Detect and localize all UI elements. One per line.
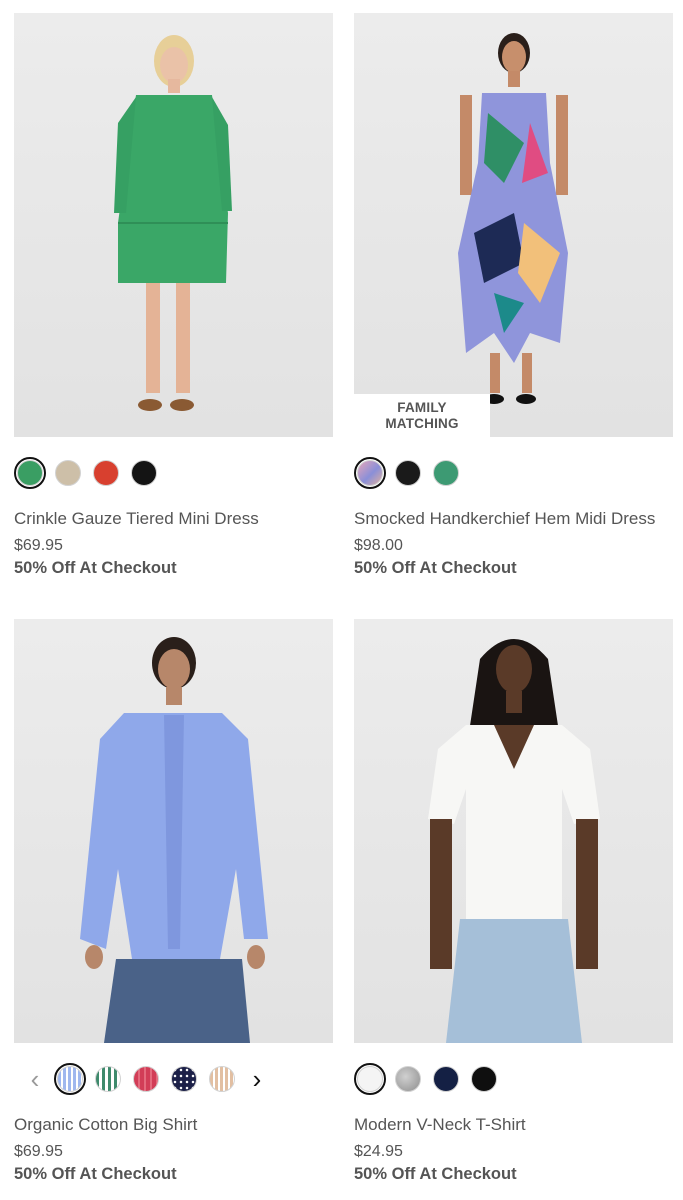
color-swatch[interactable]: [130, 1063, 162, 1095]
product-image[interactable]: [14, 619, 333, 1043]
color-swatches: [14, 455, 333, 491]
product-card[interactable]: FAMILY MATCHING Smocked Handkerchief Hem…: [354, 13, 673, 578]
product-price: $24.95: [354, 1143, 403, 1160]
product-name[interactable]: Smocked Handkerchief Hem Midi Dress: [354, 509, 673, 529]
color-swatches: [354, 1061, 673, 1097]
chevron-left-icon[interactable]: ‹: [22, 1063, 48, 1095]
color-swatch[interactable]: [90, 457, 122, 489]
color-swatches: [354, 455, 673, 491]
product-price: $69.95: [14, 537, 63, 554]
product-price: $69.95: [14, 1143, 63, 1160]
color-swatch[interactable]: [52, 457, 84, 489]
product-card[interactable]: Modern V-Neck T-Shirt $24.95 50% Off At …: [354, 619, 673, 1184]
product-price: $98.00: [354, 537, 403, 554]
color-swatch[interactable]: [354, 457, 386, 489]
color-swatch[interactable]: [392, 1063, 424, 1095]
product-grid: Crinkle Gauze Tiered Mini Dress $69.95 5…: [0, 0, 683, 1200]
color-swatch[interactable]: [430, 457, 462, 489]
color-swatches: ‹ ›: [14, 1061, 333, 1097]
color-swatch[interactable]: [14, 457, 46, 489]
product-name[interactable]: Organic Cotton Big Shirt: [14, 1115, 333, 1135]
color-swatch[interactable]: [430, 1063, 462, 1095]
product-name[interactable]: Crinkle Gauze Tiered Mini Dress: [14, 509, 333, 529]
promo-text: 50% Off At Checkout: [354, 1165, 517, 1183]
product-image[interactable]: [354, 619, 673, 1043]
product-card[interactable]: Crinkle Gauze Tiered Mini Dress $69.95 5…: [14, 13, 333, 578]
product-card[interactable]: ‹ › Organic Cotton Big Shirt $69.95 50% …: [14, 619, 333, 1184]
chevron-right-icon[interactable]: ›: [244, 1063, 270, 1095]
product-name[interactable]: Modern V-Neck T-Shirt: [354, 1115, 673, 1135]
product-image[interactable]: FAMILY MATCHING: [354, 13, 673, 437]
color-swatch[interactable]: [392, 457, 424, 489]
promo-text: 50% Off At Checkout: [14, 1165, 177, 1183]
promo-text: 50% Off At Checkout: [14, 559, 177, 577]
color-swatch[interactable]: [206, 1063, 238, 1095]
promo-text: 50% Off At Checkout: [354, 559, 517, 577]
family-matching-badge: FAMILY MATCHING: [354, 394, 490, 437]
color-swatch[interactable]: [128, 457, 160, 489]
color-swatch[interactable]: [354, 1063, 386, 1095]
color-swatch[interactable]: [468, 1063, 500, 1095]
color-swatch[interactable]: [54, 1063, 86, 1095]
product-image[interactable]: [14, 13, 333, 437]
color-swatch[interactable]: [168, 1063, 200, 1095]
color-swatch[interactable]: [92, 1063, 124, 1095]
